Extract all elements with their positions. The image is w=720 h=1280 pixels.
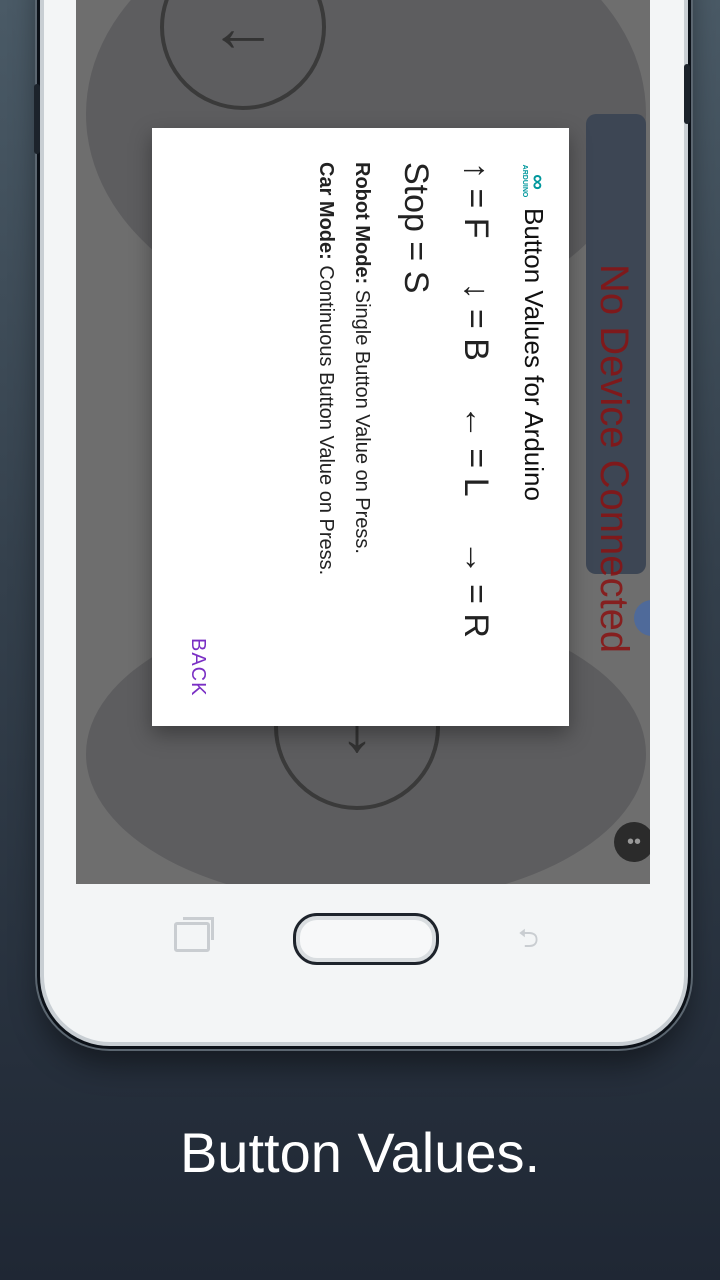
value-forward: ↑ = F bbox=[457, 162, 495, 239]
recent-apps-icon[interactable] bbox=[174, 917, 214, 952]
connection-status: No Device Connected bbox=[592, 264, 636, 654]
arduino-logo-icon: ∞ ARDUINO bbox=[521, 164, 551, 198]
caption-text: Button Values. bbox=[179, 1121, 541, 1184]
bluetooth-button[interactable] bbox=[634, 600, 650, 636]
dialog-header: ∞ ARDUINO Button Values for Arduino bbox=[515, 162, 553, 501]
value-right: → = R bbox=[457, 540, 495, 638]
value-left: ← = L bbox=[457, 404, 495, 497]
value-stop: Stop = S bbox=[397, 162, 435, 294]
button-values-dialog: ∞ ARDUINO Button Values for Arduino ↑ = … bbox=[152, 128, 569, 726]
button-values-row: ↑ = F ↓ = B ← = L → = R bbox=[456, 162, 495, 638]
back-button[interactable]: BACK bbox=[186, 638, 209, 696]
dialog-title: Button Values for Arduino bbox=[519, 208, 550, 501]
back-nav-icon[interactable]: ⮌ bbox=[518, 920, 558, 953]
car-mode-text: Car Mode: Continuous Button Value on Pre… bbox=[315, 162, 337, 576]
power-button bbox=[684, 64, 690, 124]
menu-dots-button[interactable]: •• bbox=[614, 822, 650, 862]
volume-button bbox=[34, 84, 40, 154]
left-arrow-icon: ← bbox=[208, 0, 278, 66]
robot-mode-text: Robot Mode: Single Button Value on Press… bbox=[351, 162, 373, 554]
value-backward: ↓ = B bbox=[457, 282, 495, 361]
home-button[interactable] bbox=[293, 913, 439, 965]
